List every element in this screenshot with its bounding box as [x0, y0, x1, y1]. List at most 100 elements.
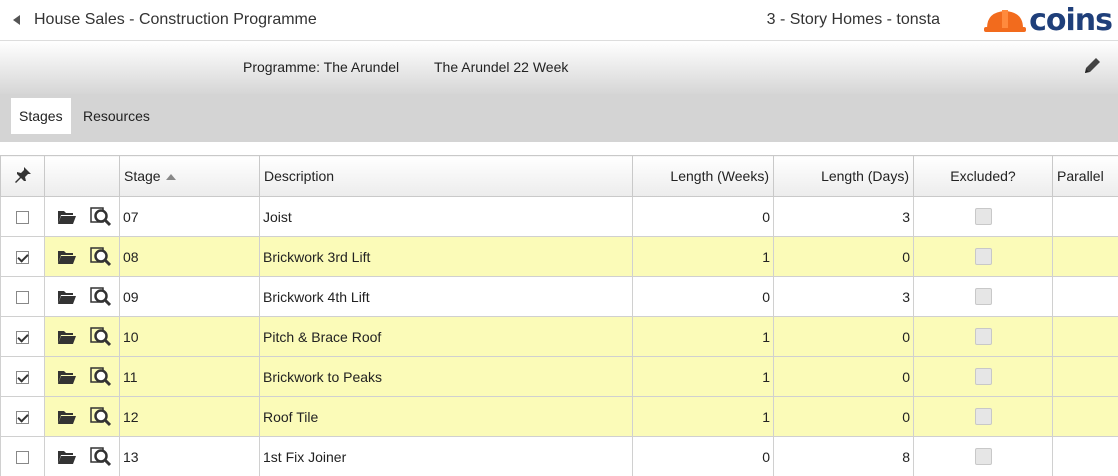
excluded-checkbox[interactable]	[974, 448, 992, 466]
sort-ascending-icon	[165, 174, 176, 181]
row-select-cell[interactable]	[0, 356, 45, 397]
row-select-cell[interactable]	[0, 276, 45, 317]
row-checkbox[interactable]	[16, 411, 29, 425]
length-days-cell: 8	[773, 436, 914, 476]
folder-open-icon[interactable]	[56, 327, 78, 347]
excluded-cell	[913, 276, 1053, 317]
excluded-column-header[interactable]: Excluded?	[913, 155, 1053, 197]
row-actions-cell	[44, 196, 120, 237]
parallel-cell	[1052, 436, 1118, 476]
table-row[interactable]: 08 Brickwork 3rd Lift 1 0	[0, 236, 1118, 277]
description-cell: Brickwork 3rd Lift	[259, 236, 633, 277]
zoom-icon[interactable]	[90, 286, 112, 307]
stage-column-header[interactable]: Stage	[119, 155, 260, 197]
length-days-cell: 0	[773, 356, 914, 397]
zoom-icon[interactable]	[90, 446, 112, 467]
stage-cell: 10	[119, 316, 260, 357]
back-button[interactable]	[0, 0, 34, 40]
zoom-icon[interactable]	[90, 326, 112, 347]
length-days-cell: 3	[773, 276, 914, 317]
edit-button[interactable]	[1082, 56, 1104, 78]
row-checkbox[interactable]	[16, 451, 29, 465]
folder-open-icon[interactable]	[56, 447, 78, 467]
folder-open-icon[interactable]	[56, 207, 78, 227]
length-weeks-column-header[interactable]: Length (Weeks)	[632, 155, 774, 197]
stage-cell: 08	[119, 236, 260, 277]
excluded-checkbox[interactable]	[974, 208, 992, 226]
row-checkbox[interactable]	[16, 291, 29, 305]
description-cell: Joist	[259, 196, 633, 237]
row-actions-cell	[44, 236, 120, 277]
length-weeks-cell: 1	[632, 396, 774, 437]
length-days-column-header[interactable]: Length (Days)	[773, 155, 914, 197]
zoom-icon[interactable]	[90, 206, 112, 227]
stage-cell: 12	[119, 396, 260, 437]
excluded-checkbox[interactable]	[974, 328, 992, 346]
length-days-cell: 3	[773, 196, 914, 237]
row-select-cell[interactable]	[0, 316, 45, 357]
length-weeks-cell: 1	[632, 236, 774, 277]
stages-table: Stage Description Length (Weeks) Length …	[0, 155, 1118, 476]
company-selector[interactable]: 3 - Story Homes - tonsta	[767, 11, 940, 29]
programme-value: The Arundel 22 Week	[434, 59, 569, 75]
zoom-icon[interactable]	[90, 246, 112, 267]
row-select-cell[interactable]	[0, 196, 45, 237]
row-select-cell[interactable]	[0, 236, 45, 277]
folder-open-icon[interactable]	[56, 367, 78, 387]
pin-column-header[interactable]	[0, 155, 45, 197]
table-row[interactable]: 10 Pitch & Brace Roof 1 0	[0, 316, 1118, 357]
row-checkbox[interactable]	[16, 251, 29, 265]
stage-cell: 11	[119, 356, 260, 397]
tab-resources[interactable]: Resources	[75, 98, 158, 134]
table-row[interactable]: 07 Joist 0 3	[0, 196, 1118, 237]
tab-stages[interactable]: Stages	[11, 98, 71, 134]
description-column-header[interactable]: Description	[259, 155, 633, 197]
folder-open-icon[interactable]	[56, 247, 78, 267]
row-actions-cell	[44, 356, 120, 397]
folder-open-icon[interactable]	[56, 287, 78, 307]
coins-logo: coins	[983, 3, 1113, 38]
excluded-checkbox[interactable]	[974, 288, 992, 306]
parallel-cell	[1052, 276, 1118, 317]
excluded-checkbox[interactable]	[974, 368, 992, 386]
row-actions-cell	[44, 276, 120, 317]
description-cell: Brickwork 4th Lift	[259, 276, 633, 317]
zoom-icon[interactable]	[90, 406, 112, 427]
excluded-cell	[913, 316, 1053, 357]
zoom-icon[interactable]	[90, 366, 112, 387]
tab-bar: Stages Resources	[0, 94, 1118, 142]
row-actions-cell	[44, 316, 120, 357]
excluded-cell	[913, 236, 1053, 277]
table-row[interactable]: 13 1st Fix Joiner 0 8	[0, 436, 1118, 476]
row-checkbox[interactable]	[16, 211, 29, 225]
folder-open-icon[interactable]	[56, 407, 78, 427]
hard-hat-icon	[984, 10, 1027, 32]
spacer	[0, 142, 1118, 155]
excluded-checkbox[interactable]	[974, 248, 992, 266]
row-actions-cell	[44, 436, 120, 476]
length-weeks-cell: 0	[632, 196, 774, 237]
table-row[interactable]: 12 Roof Tile 1 0	[0, 396, 1118, 437]
table-row[interactable]: 09 Brickwork 4th Lift 0 3	[0, 276, 1118, 317]
row-select-cell[interactable]	[0, 436, 45, 476]
row-actions-cell	[44, 396, 120, 437]
table-row[interactable]: 11 Brickwork to Peaks 1 0	[0, 356, 1118, 397]
excluded-checkbox[interactable]	[974, 408, 992, 426]
programme-bar: Programme: The Arundel The Arundel 22 We…	[0, 40, 1118, 94]
row-checkbox[interactable]	[16, 371, 29, 385]
parallel-column-header[interactable]: Parallel	[1052, 155, 1118, 197]
length-days-cell: 0	[773, 316, 914, 357]
parallel-cell	[1052, 316, 1118, 357]
row-checkbox[interactable]	[16, 331, 29, 345]
length-weeks-cell: 0	[632, 276, 774, 317]
length-weeks-cell: 1	[632, 356, 774, 397]
length-days-cell: 0	[773, 396, 914, 437]
row-select-cell[interactable]	[0, 396, 45, 437]
length-weeks-cell: 0	[632, 436, 774, 476]
caret-left-icon	[13, 15, 20, 25]
app-title: House Sales - Construction Programme	[34, 11, 317, 28]
stage-cell: 13	[119, 436, 260, 476]
top-bar: House Sales - Construction Programme 3 -…	[0, 0, 1118, 40]
description-cell: Roof Tile	[259, 396, 633, 437]
excluded-cell	[913, 436, 1053, 476]
